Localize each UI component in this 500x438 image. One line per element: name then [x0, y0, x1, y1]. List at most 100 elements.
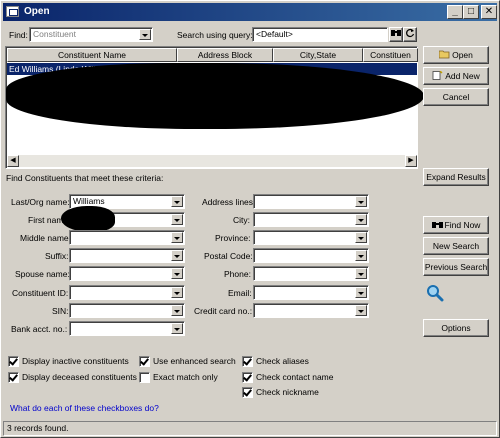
phone-label: Phone:	[224, 269, 251, 279]
postal-code-label: Postal Code:	[204, 251, 253, 261]
find-now-button-label: Find Now	[444, 220, 481, 230]
folder-icon	[439, 50, 450, 59]
city-field[interactable]	[253, 212, 369, 227]
credit-card-field[interactable]	[253, 303, 369, 318]
chevron-down-icon[interactable]	[171, 232, 183, 243]
chevron-down-icon[interactable]	[171, 287, 183, 298]
sin-field[interactable]	[69, 303, 185, 318]
chevron-down-icon[interactable]	[355, 196, 367, 207]
binoculars-icon[interactable]	[389, 27, 403, 42]
spouse-name-field[interactable]	[69, 266, 185, 281]
chevron-down-icon[interactable]	[355, 232, 367, 243]
column-header-constituent[interactable]: Constituen	[363, 48, 418, 62]
criteria-heading: Find Constituents that meet these criter…	[6, 173, 164, 183]
column-header-city-state[interactable]: City,State	[273, 48, 363, 62]
horizontal-scrollbar[interactable]: ◀ ▶	[7, 155, 417, 167]
address-lines-label: Address lines:	[202, 197, 256, 207]
previous-search-button[interactable]: Previous Search	[423, 258, 489, 276]
check-contact-name-checkbox[interactable]	[242, 372, 253, 383]
check-aliases-label: Check aliases	[256, 356, 309, 366]
postal-code-field[interactable]	[253, 248, 369, 263]
province-label: Province:	[215, 233, 251, 243]
chevron-down-icon[interactable]	[355, 305, 367, 316]
minimize-button[interactable]: _	[447, 5, 463, 19]
scroll-left-icon[interactable]: ◀	[7, 155, 19, 167]
spouse-name-label: Spouse name:	[15, 269, 70, 279]
find-label: Find:	[9, 30, 28, 41]
title-bar[interactable]: Open _ □ ✕	[3, 3, 497, 21]
constituent-id-field[interactable]	[69, 285, 185, 300]
query-label: Search using query:	[177, 30, 253, 40]
query-field[interactable]: <Default>	[252, 27, 388, 42]
enhanced-search-label: Use enhanced search	[153, 356, 236, 366]
address-lines-field[interactable]	[253, 194, 369, 209]
last-org-name-label: Last/Org name:	[11, 197, 70, 207]
phone-field[interactable]	[253, 266, 369, 281]
find-type-value: Constituent	[33, 29, 76, 39]
add-new-button[interactable]: Add New	[423, 67, 489, 85]
check-nickname-checkbox[interactable]	[242, 387, 253, 398]
check-nickname-label: Check nickname	[256, 387, 319, 397]
redacted-first-name	[61, 206, 115, 232]
open-dialog: Open _ □ ✕ Find: Constituent Search usin…	[0, 0, 500, 438]
redacted-rows	[6, 63, 424, 129]
open-button-label: Open	[452, 50, 473, 60]
exact-match-label: Exact match only	[153, 372, 218, 382]
chevron-down-icon[interactable]	[171, 214, 183, 225]
province-field[interactable]	[253, 230, 369, 245]
new-search-button[interactable]: New Search	[423, 237, 489, 255]
new-record-icon	[432, 71, 443, 80]
column-header-address-block[interactable]: Address Block	[177, 48, 273, 62]
credit-card-label: Credit card no.:	[194, 306, 253, 316]
city-label: City:	[233, 215, 250, 225]
chevron-down-icon[interactable]	[355, 250, 367, 261]
chevron-down-icon[interactable]	[355, 214, 367, 225]
chevron-down-icon[interactable]	[171, 323, 183, 334]
chevron-down-icon[interactable]	[171, 250, 183, 261]
expand-results-button[interactable]: Expand Results	[423, 168, 489, 186]
chevron-down-icon[interactable]	[171, 268, 183, 279]
window-title: Open	[24, 6, 50, 17]
close-button[interactable]: ✕	[481, 5, 497, 19]
status-text: 3 records found.	[7, 423, 69, 433]
deceased-checkbox[interactable]	[8, 372, 19, 383]
sin-label: SIN:	[52, 306, 69, 316]
maximize-button[interactable]: □	[463, 5, 479, 19]
chevron-down-icon[interactable]	[355, 268, 367, 279]
exact-match-checkbox[interactable]	[139, 372, 150, 383]
inactive-checkbox[interactable]	[8, 356, 19, 367]
options-button[interactable]: Options	[423, 319, 489, 337]
scroll-right-icon[interactable]: ▶	[405, 155, 417, 167]
chevron-down-icon[interactable]	[355, 287, 367, 298]
column-header-constituent-name[interactable]: Constituent Name	[7, 48, 177, 62]
enhanced-search-checkbox[interactable]	[139, 356, 150, 367]
refresh-query-icon[interactable]	[403, 27, 417, 42]
chevron-down-icon[interactable]	[171, 196, 183, 207]
suffix-field[interactable]	[69, 248, 185, 263]
status-bar: 3 records found.	[3, 421, 497, 436]
checkbox-help-link[interactable]: What do each of these checkboxes do?	[10, 403, 159, 413]
constituent-id-label: Constituent ID:	[12, 288, 69, 298]
magnifier-icon[interactable]	[426, 284, 444, 302]
results-grid[interactable]: Constituent Name Address Block City,Stat…	[5, 46, 424, 169]
cancel-button[interactable]: Cancel	[423, 88, 489, 106]
binoculars-icon	[431, 222, 443, 228]
check-contact-name-label: Check contact name	[256, 372, 334, 382]
chevron-down-icon[interactable]	[139, 29, 151, 40]
query-value: <Default>	[256, 29, 293, 39]
check-aliases-checkbox[interactable]	[242, 356, 253, 367]
middle-name-field[interactable]	[69, 230, 185, 245]
chevron-down-icon[interactable]	[171, 305, 183, 316]
middle-name-label: Middle name:	[20, 233, 72, 243]
window-icon	[6, 6, 19, 17]
email-label: Email:	[228, 288, 252, 298]
email-field[interactable]	[253, 285, 369, 300]
bank-acct-field[interactable]	[69, 321, 185, 336]
find-now-button[interactable]: Find Now	[423, 216, 489, 234]
inactive-label: Display inactive constituents	[22, 356, 129, 366]
find-type-dropdown[interactable]: Constituent	[29, 27, 153, 42]
find-label-text: Find:	[9, 30, 28, 40]
deceased-label: Display deceased constituents	[22, 372, 137, 382]
add-new-button-label: Add New	[445, 71, 480, 81]
open-button[interactable]: Open	[423, 46, 489, 64]
